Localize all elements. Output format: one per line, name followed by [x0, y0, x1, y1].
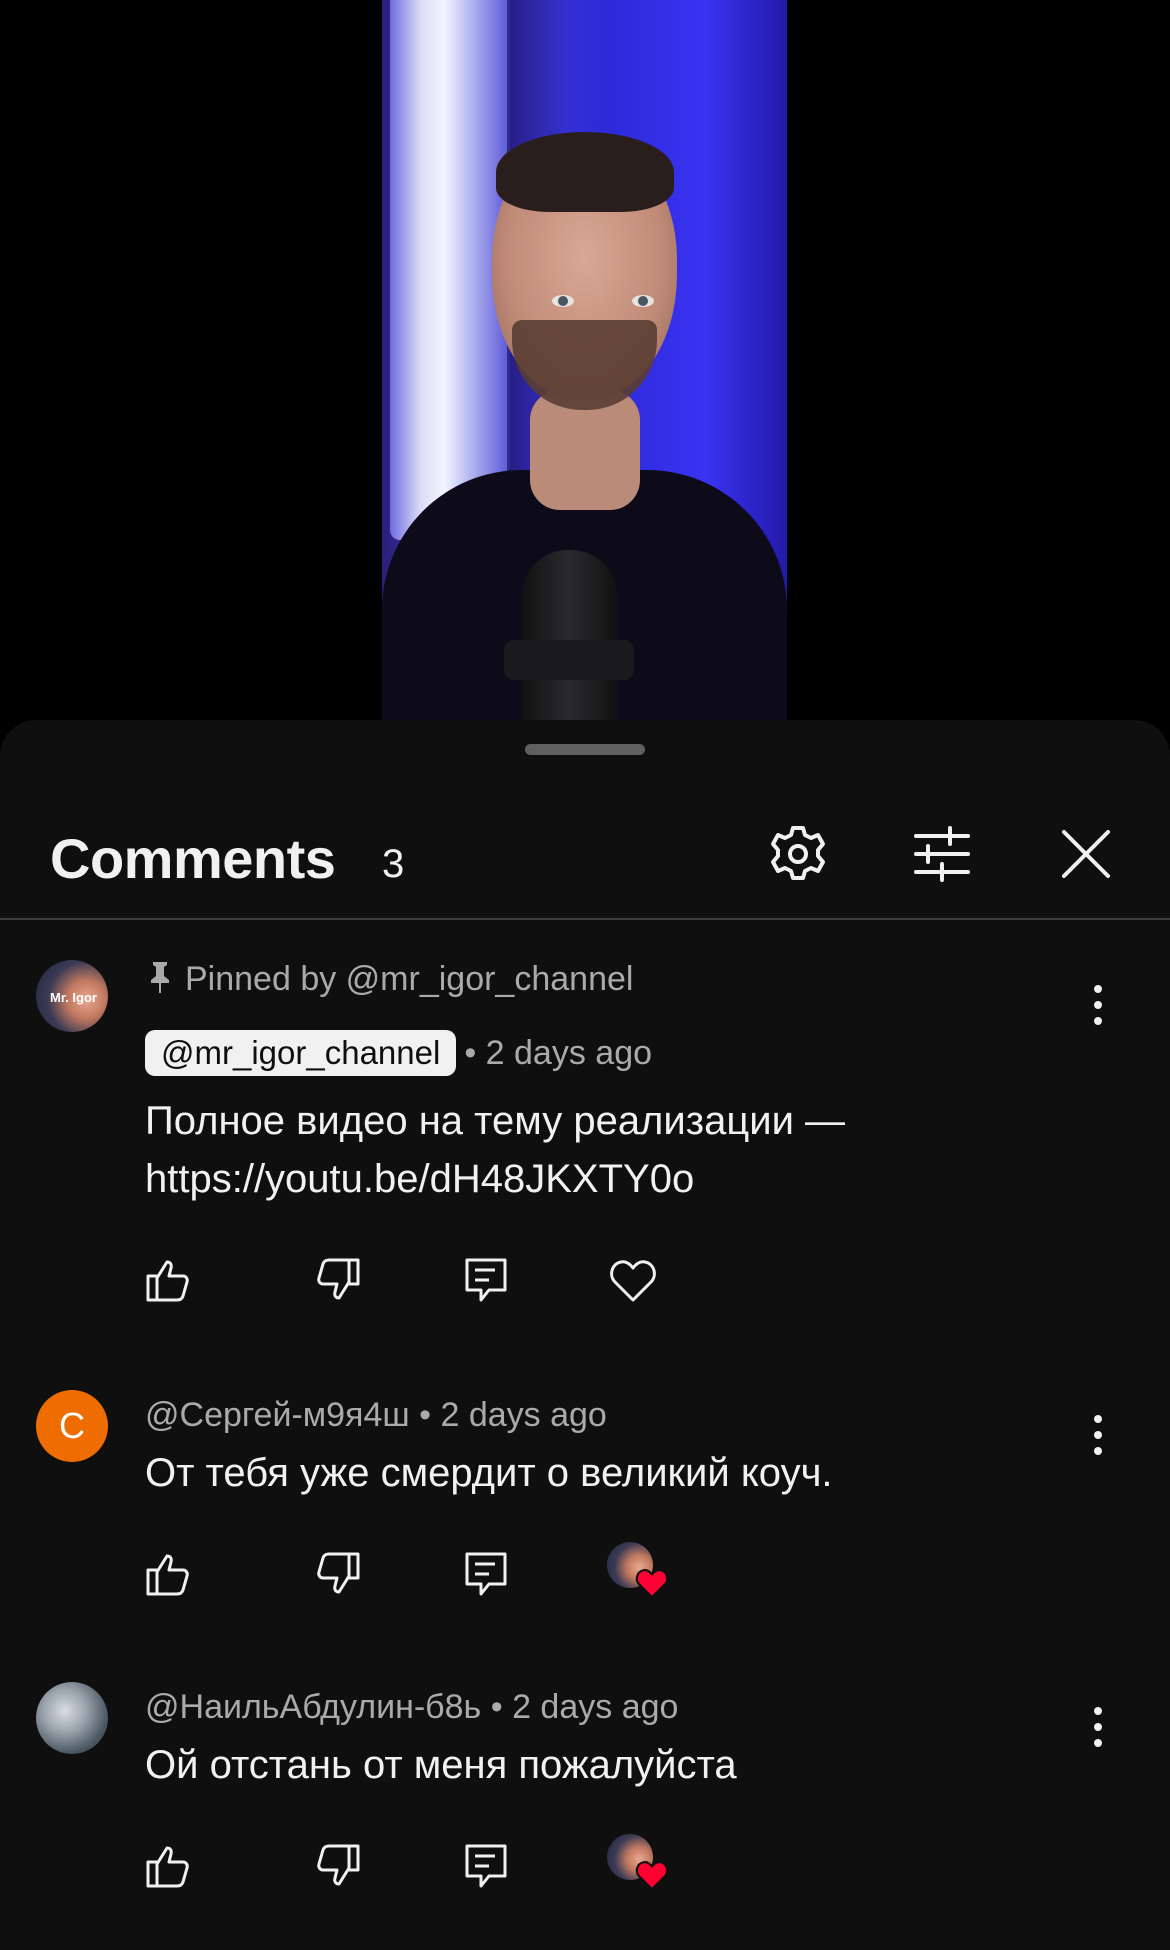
reply-icon[interactable] — [463, 1256, 511, 1304]
pinned-label: Pinned by @mr_igor_channel — [145, 960, 633, 999]
more-vertical-icon[interactable] — [1082, 1702, 1114, 1752]
comment-time: • 2 days ago — [464, 1034, 653, 1072]
comment-author[interactable]: @НаильАбдулин-б8ь — [145, 1688, 481, 1726]
reply-icon[interactable] — [463, 1550, 511, 1598]
comment-author[interactable]: @Сергей-м9я4ш — [145, 1396, 410, 1434]
thumbs-down-icon[interactable] — [313, 1842, 361, 1890]
comments-title: Comments — [50, 827, 336, 890]
heart-icon — [635, 1569, 669, 1599]
thumbs-down-icon[interactable] — [313, 1550, 361, 1598]
person-eye-left — [552, 295, 574, 307]
person-hair — [496, 132, 674, 212]
sheet-drag-handle[interactable] — [525, 744, 645, 755]
thumbs-down-icon[interactable] — [313, 1256, 361, 1304]
more-vertical-icon[interactable] — [1082, 1410, 1114, 1460]
comment-time: • 2 days ago — [419, 1396, 607, 1434]
avatar[interactable]: Mr. Igor — [36, 960, 108, 1032]
avatar-logo-text: Mr. Igor — [50, 990, 97, 1005]
video-frame[interactable] — [382, 0, 787, 730]
heart-icon[interactable] — [609, 1256, 657, 1304]
reply-icon[interactable] — [463, 1842, 511, 1890]
comment-meta: @mr_igor_channel • 2 days ago — [145, 1030, 652, 1076]
creator-heart-badge — [607, 1542, 671, 1606]
comments-count: 3 — [382, 842, 405, 886]
comment-text: Полное видео на тему реализации — https:… — [145, 1099, 846, 1201]
comment-author[interactable]: @mr_igor_channel — [145, 1030, 457, 1076]
microphone-mount — [504, 640, 634, 680]
thumbs-up-icon[interactable] — [145, 1256, 193, 1304]
creator-heart-badge — [607, 1834, 671, 1898]
more-vertical-icon[interactable] — [1082, 980, 1114, 1030]
comment-actions — [145, 1256, 745, 1312]
thumbs-up-icon[interactable] — [145, 1550, 193, 1598]
close-icon[interactable] — [1054, 822, 1118, 886]
avatar[interactable] — [36, 1682, 108, 1754]
pinned-text: Pinned by @mr_igor_channel — [185, 960, 634, 998]
gear-icon[interactable] — [766, 822, 830, 886]
thumbs-up-icon[interactable] — [145, 1842, 193, 1890]
comment-actions — [145, 1834, 745, 1898]
person-eye-right — [632, 295, 654, 307]
comment-meta: @НаильАбдулин-б8ь • 2 days ago — [145, 1688, 678, 1727]
comment-time: • 2 days ago — [490, 1688, 679, 1726]
comment-meta: @Сергей-м9я4ш • 2 days ago — [145, 1396, 607, 1435]
comment-actions — [145, 1542, 745, 1606]
pin-icon — [145, 960, 175, 994]
sliders-icon[interactable] — [910, 822, 974, 886]
comments-sheet: Comments 3 Mr. Igor Pinned by @mr_igor_c… — [0, 720, 1170, 1950]
comment-text: От тебя уже смердит о великий коуч. — [145, 1451, 833, 1495]
avatar[interactable]: С — [36, 1390, 108, 1462]
comment-text: Ой отстань от меня пожалуйста — [145, 1743, 737, 1787]
comments-header: Comments 3 — [0, 792, 1170, 920]
heart-icon — [635, 1861, 669, 1891]
video-player[interactable] — [0, 0, 1170, 730]
